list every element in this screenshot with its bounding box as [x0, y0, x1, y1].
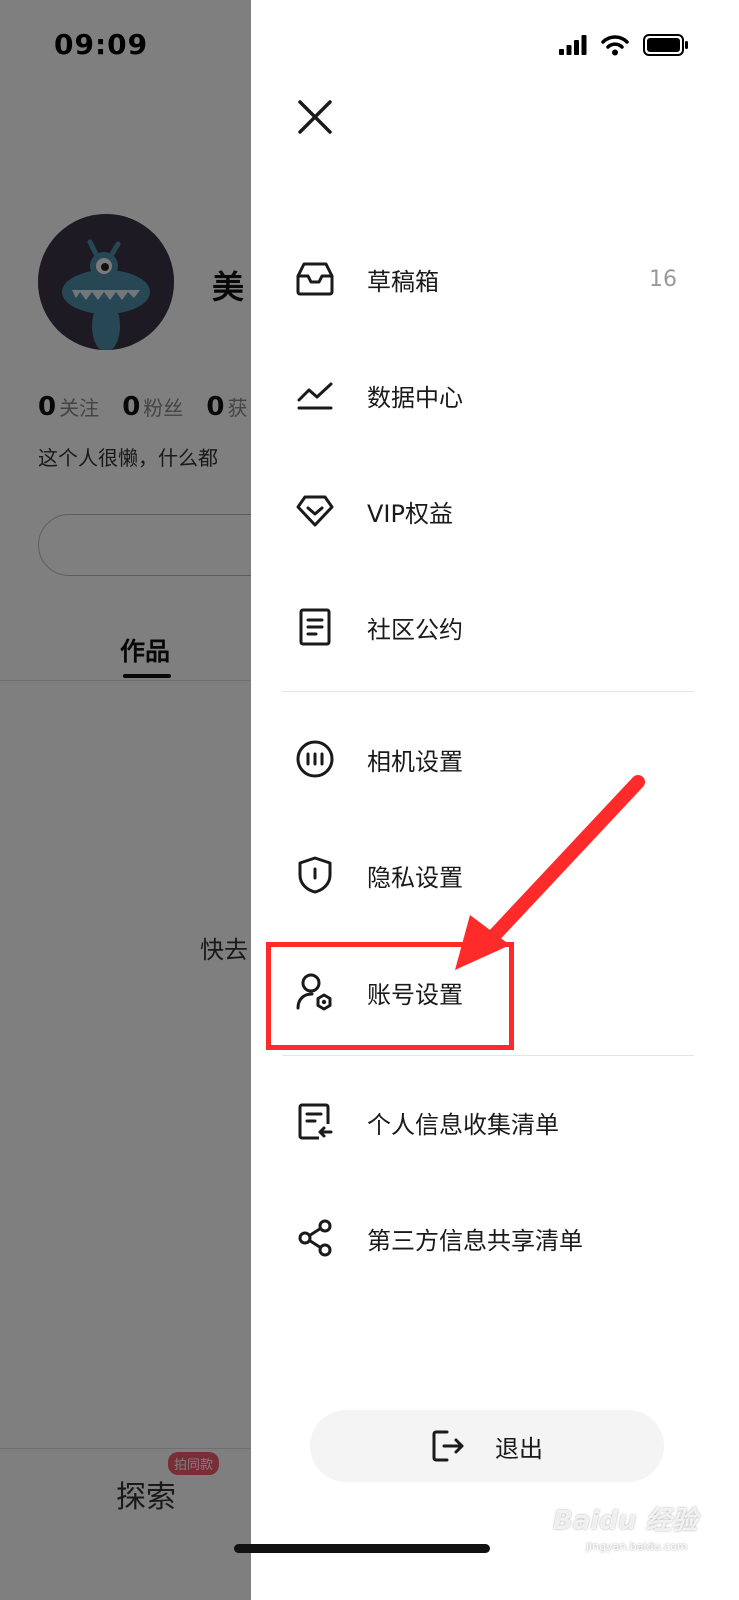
menu-item-privacy-settings[interactable]: 隐私设置 [251, 835, 739, 915]
side-drawer: 草稿箱 16 数据中心 VIP权益 社区公约 相机设置 隐私设置 账号设置 个人… [234, 0, 739, 1600]
signal-icon [559, 35, 587, 55]
battery-icon [643, 34, 688, 56]
logout-label: 退出 [495, 1434, 543, 1463]
menu-label-vip: VIP权益 [367, 499, 453, 528]
menu-label-personal-info-list: 个人信息收集清单 [367, 1110, 559, 1139]
chart-line-icon [295, 375, 335, 415]
menu-item-drafts[interactable]: 草稿箱 16 [251, 239, 739, 319]
menu-item-third-party-sharing[interactable]: 第三方信息共享清单 [251, 1198, 739, 1278]
menu-item-personal-info-list[interactable]: 个人信息收集清单 [251, 1082, 739, 1162]
menu-item-community-rules[interactable]: 社区公约 [251, 587, 739, 667]
drafts-count: 16 [649, 266, 677, 292]
logout-icon [432, 1430, 464, 1462]
status-icons [559, 34, 689, 56]
menu-label-community-rules: 社区公约 [367, 615, 463, 644]
wifi-icon [601, 35, 629, 56]
watermark-url: jingyan.baidu.com [586, 1540, 688, 1553]
menu-separator [282, 691, 694, 692]
menu-item-camera-settings[interactable]: 相机设置 [251, 719, 739, 799]
menu-label-data-center: 数据中心 [367, 383, 463, 412]
diamond-icon [295, 491, 335, 531]
dim-overlay[interactable] [0, 0, 251, 1600]
menu-label-camera-settings: 相机设置 [367, 747, 463, 776]
camera-dial-icon [295, 739, 335, 779]
logout-button[interactable]: 退出 [310, 1410, 664, 1482]
menu-label-third-party-sharing: 第三方信息共享清单 [367, 1226, 583, 1255]
close-drawer-button[interactable] [295, 97, 335, 137]
watermark-brand: Baidu 经验 [553, 1506, 698, 1536]
close-icon [298, 100, 332, 134]
menu-separator [282, 1055, 694, 1056]
share-icon [295, 1218, 335, 1258]
home-indicator [234, 1544, 490, 1553]
menu-label-drafts: 草稿箱 [367, 267, 439, 296]
highlight-box [266, 942, 514, 1050]
list-return-icon [295, 1102, 335, 1142]
menu-item-vip[interactable]: VIP权益 [251, 471, 739, 551]
menu-item-data-center[interactable]: 数据中心 [251, 355, 739, 435]
menu-label-privacy-settings: 隐私设置 [367, 863, 463, 892]
shield-icon [295, 855, 335, 895]
document-icon [295, 607, 335, 647]
inbox-icon [295, 259, 335, 299]
